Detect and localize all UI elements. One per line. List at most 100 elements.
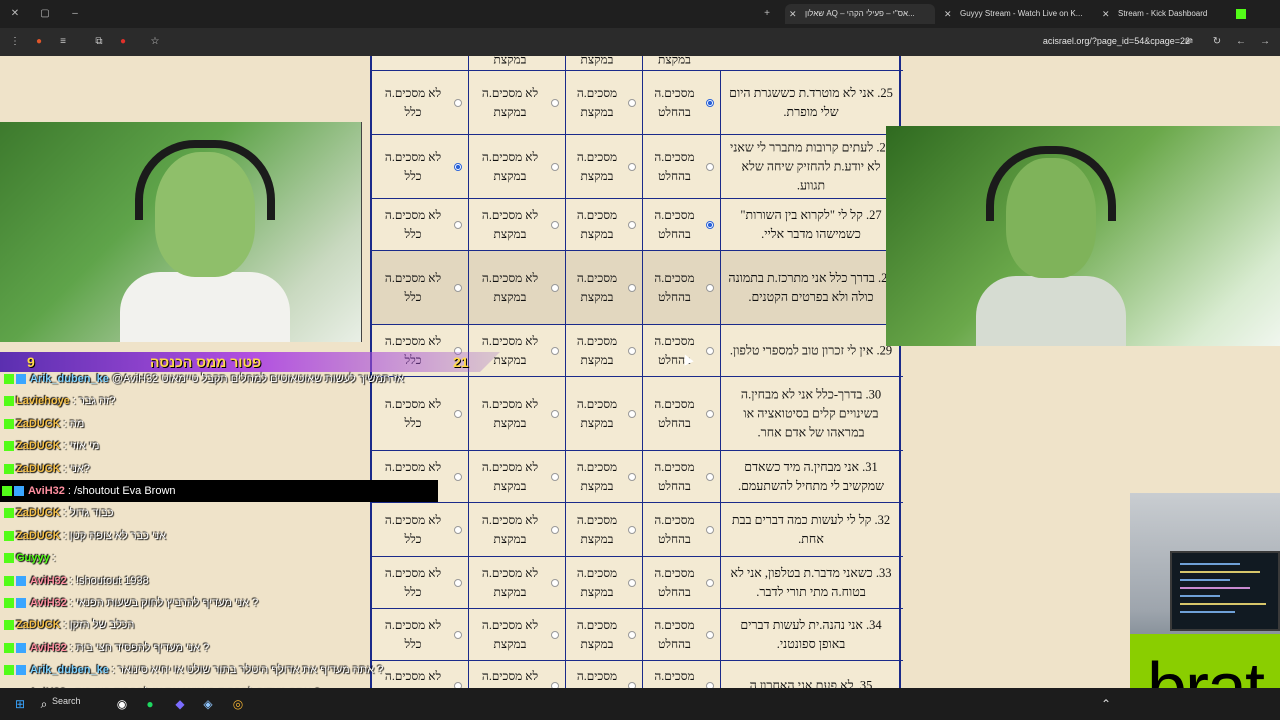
- tune-icon[interactable]: ⇌: [1182, 35, 1196, 49]
- sidebar-icon[interactable]: ≡: [56, 35, 70, 49]
- radio-button[interactable]: [551, 346, 559, 355]
- option-cell[interactable]: מסכים.ה בהחלט: [642, 557, 720, 608]
- option-cell[interactable]: מסכים.ה במקצת: [565, 609, 642, 660]
- option-cell[interactable]: לא מסכים.ה במקצת: [468, 661, 565, 688]
- tab-guyyy-stream[interactable]: ✕ Guyyy Stream - Watch Live on K...: [940, 4, 1090, 24]
- close-window-icon[interactable]: ✕: [8, 7, 22, 21]
- radio-button[interactable]: [706, 283, 714, 292]
- chat-username[interactable]: Guyyy: [16, 552, 50, 564]
- radio-button[interactable]: [706, 98, 714, 107]
- radio-button[interactable]: [551, 630, 559, 639]
- radio-button[interactable]: [706, 525, 714, 534]
- option-cell[interactable]: מסכים.ה בהחלט: [642, 251, 720, 324]
- tab-kick-dashboard[interactable]: ✕ Stream - Kick Dashboard: [1098, 4, 1248, 24]
- radio-button[interactable]: [706, 578, 714, 587]
- chat-username[interactable]: Laviehoye: [16, 395, 70, 407]
- radio-button[interactable]: [706, 630, 714, 639]
- radio-button[interactable]: [628, 525, 636, 534]
- new-tab-icon[interactable]: +: [760, 7, 774, 21]
- radio-button[interactable]: [628, 220, 636, 229]
- extension-icon[interactable]: ●: [32, 35, 46, 49]
- chrome-icon[interactable]: ◎: [230, 696, 246, 712]
- chat-username[interactable]: ZaDUCK: [16, 507, 61, 519]
- option-cell[interactable]: מסכים.ה בהחלט: [642, 661, 720, 688]
- close-tab-icon[interactable]: ✕: [789, 4, 797, 24]
- close-tab-icon[interactable]: ✕: [1102, 4, 1110, 24]
- share-icon[interactable]: ⧉: [92, 35, 106, 49]
- option-cell[interactable]: מסכים.ה בהחלט: [642, 377, 720, 450]
- radio-button[interactable]: [628, 162, 636, 171]
- menu-icon[interactable]: ⋮: [8, 35, 22, 49]
- url-field[interactable]: acisrael.org/?page_id=54&cpage=22: [1043, 36, 1190, 46]
- maximize-icon[interactable]: ▢: [38, 7, 52, 21]
- radio-button[interactable]: [454, 220, 462, 229]
- radio-button[interactable]: [628, 98, 636, 107]
- radio-button[interactable]: [551, 98, 559, 107]
- radio-button[interactable]: [551, 220, 559, 229]
- chat-username[interactable]: ZaDUCK: [16, 463, 61, 475]
- option-cell[interactable]: מסכים.ה בהחלט: [642, 609, 720, 660]
- chat-username[interactable]: AviH32: [30, 575, 67, 587]
- tray-arrow-icon[interactable]: ⌃: [1098, 696, 1114, 712]
- option-cell[interactable]: מסכים.ה במקצת: [565, 199, 642, 250]
- option-cell[interactable]: מסכים.ה במקצת: [565, 71, 642, 134]
- option-cell[interactable]: לא מסכים.ה במקצת: [468, 557, 565, 608]
- chat-username[interactable]: ZaDUCK: [16, 530, 61, 542]
- option-cell[interactable]: לא מסכים.ה במקצת: [468, 71, 565, 134]
- option-cell[interactable]: לא מסכים.ה במקצת: [468, 377, 565, 450]
- option-cell[interactable]: לא מסכים.ה כלל: [372, 199, 468, 250]
- radio-button[interactable]: [551, 525, 559, 534]
- chat-username[interactable]: AviH32: [28, 485, 65, 497]
- radio-button[interactable]: [706, 162, 714, 171]
- radio-button[interactable]: [454, 283, 462, 292]
- radio-button[interactable]: [551, 162, 559, 171]
- radio-button[interactable]: [454, 525, 462, 534]
- chat-username[interactable]: AviH32: [30, 597, 67, 609]
- option-cell[interactable]: לא מסכים.ה במקצת: [468, 609, 565, 660]
- radio-button[interactable]: [628, 346, 636, 355]
- reload-icon[interactable]: ↻: [1210, 35, 1224, 49]
- radio-button[interactable]: [454, 98, 462, 107]
- option-cell[interactable]: לא מסכים.ה כלל: [372, 71, 468, 134]
- discord-icon[interactable]: ◆: [172, 696, 188, 712]
- chat-username[interactable]: ZaDUCK: [16, 418, 61, 430]
- radio-button[interactable]: [454, 409, 462, 418]
- radio-button[interactable]: [628, 472, 636, 481]
- spotify-icon[interactable]: ●: [142, 696, 158, 712]
- option-cell[interactable]: מסכים.ה במקצת: [565, 451, 642, 502]
- forward-icon[interactable]: →: [1258, 35, 1272, 49]
- option-cell[interactable]: מסכים.ה במקצת: [565, 503, 642, 556]
- option-cell[interactable]: לא מסכים.ה כלל: [372, 135, 468, 198]
- radio-button[interactable]: [551, 409, 559, 418]
- option-cell[interactable]: מסכים.ה בהחלט: [642, 451, 720, 502]
- obs-icon[interactable]: ◉: [114, 696, 130, 712]
- option-cell[interactable]: מסכים.ה בהחלט: [642, 325, 720, 376]
- option-cell[interactable]: לא מסכים.ה במקצת: [468, 199, 565, 250]
- radio-button[interactable]: [454, 162, 462, 171]
- radio-button[interactable]: [706, 346, 714, 355]
- option-cell[interactable]: מסכים.ה במקצת: [565, 251, 642, 324]
- chat-username[interactable]: Arik_duben_ke: [30, 373, 109, 385]
- option-cell[interactable]: לא מסכים.ה במקצת: [468, 135, 565, 198]
- radio-button[interactable]: [706, 220, 714, 229]
- option-cell[interactable]: מסכים.ה בהחלט: [642, 503, 720, 556]
- radio-button[interactable]: [551, 578, 559, 587]
- option-cell[interactable]: לא מסכים.ה במקצת: [468, 503, 565, 556]
- option-cell[interactable]: לא מסכים.ה במקצת: [468, 451, 565, 502]
- radio-button[interactable]: [551, 472, 559, 481]
- option-cell[interactable]: מסכים.ה בהחלט: [642, 199, 720, 250]
- windows-start-icon[interactable]: ⊞: [12, 696, 28, 712]
- radio-button[interactable]: [628, 630, 636, 639]
- search-icon[interactable]: ⌕: [36, 696, 52, 712]
- radio-button[interactable]: [454, 472, 462, 481]
- radio-button[interactable]: [706, 409, 714, 418]
- radio-button[interactable]: [628, 578, 636, 587]
- close-tab-icon[interactable]: ✕: [944, 4, 952, 24]
- chat-username[interactable]: AviH32: [30, 642, 67, 654]
- option-cell[interactable]: מסכים.ה במקצת: [565, 557, 642, 608]
- option-cell[interactable]: מסכים.ה במקצת: [565, 661, 642, 688]
- option-cell[interactable]: מסכים.ה במקצת: [565, 377, 642, 450]
- taskbar-search[interactable]: Search: [52, 696, 81, 706]
- option-cell[interactable]: מסכים.ה במקצת: [565, 325, 642, 376]
- option-cell[interactable]: מסכים.ה בהחלט: [642, 135, 720, 198]
